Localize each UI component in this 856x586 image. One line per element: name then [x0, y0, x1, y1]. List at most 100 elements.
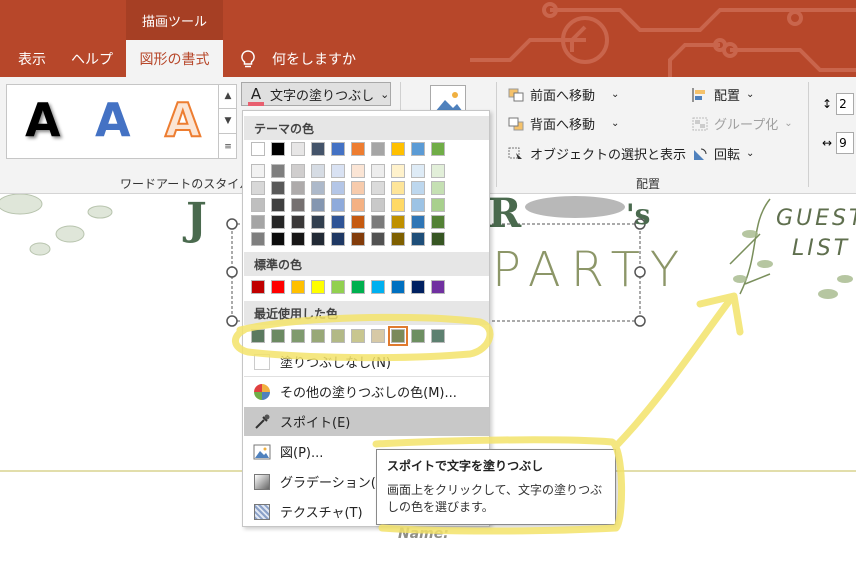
theme-shade-swatch[interactable] — [371, 181, 385, 195]
theme-shade-swatch[interactable] — [371, 215, 385, 229]
theme-shade-swatch[interactable] — [411, 198, 425, 212]
theme-shade-swatch[interactable] — [271, 164, 285, 178]
tell-me-search[interactable]: 何をしますか — [238, 40, 358, 77]
theme-shade-swatch[interactable] — [411, 181, 425, 195]
standard-color-swatch[interactable] — [291, 280, 305, 294]
standard-color-swatch[interactable] — [371, 280, 385, 294]
theme-shade-swatch[interactable] — [311, 198, 325, 212]
gallery-more-icon[interactable]: ≡ — [219, 134, 237, 159]
tab-shape-format[interactable]: 図形の書式 — [126, 40, 223, 77]
theme-shade-swatch[interactable] — [431, 181, 445, 195]
rotate-button[interactable]: 回転 ⌄ — [692, 144, 754, 163]
theme-shade-swatch[interactable] — [351, 198, 365, 212]
recent-color-swatch[interactable] — [291, 329, 305, 343]
theme-shade-swatch[interactable] — [271, 215, 285, 229]
standard-color-swatch[interactable] — [331, 280, 345, 294]
recent-color-swatch[interactable] — [331, 329, 345, 343]
theme-shade-swatch[interactable] — [351, 164, 365, 178]
theme-shade-swatch[interactable] — [311, 181, 325, 195]
theme-shade-swatch[interactable] — [251, 164, 265, 178]
theme-color-swatch[interactable] — [271, 142, 285, 156]
theme-color-swatch[interactable] — [391, 142, 405, 156]
theme-shade-swatch[interactable] — [251, 215, 265, 229]
height-input[interactable]: 2 — [836, 93, 855, 115]
theme-shade-swatch[interactable] — [291, 164, 305, 178]
align-button[interactable]: 配置 ⌄ — [692, 85, 754, 104]
theme-color-swatch[interactable] — [351, 142, 365, 156]
theme-shade-swatch[interactable] — [431, 232, 445, 246]
standard-color-swatch[interactable] — [351, 280, 365, 294]
bring-forward-button[interactable]: 前面へ移動 ⌄ — [508, 85, 619, 104]
theme-color-swatch[interactable] — [371, 142, 385, 156]
recent-color-swatch[interactable] — [351, 329, 365, 343]
theme-shade-swatch[interactable] — [311, 215, 325, 229]
theme-shade-swatch[interactable] — [291, 198, 305, 212]
text-fill-button[interactable]: A 文字の塗りつぶし ⌄ — [241, 82, 391, 106]
theme-shade-swatch[interactable] — [391, 232, 405, 246]
theme-shade-swatch[interactable] — [371, 198, 385, 212]
wordart-style-orange-outline[interactable]: A — [164, 92, 202, 148]
tab-view[interactable]: 表示 — [8, 40, 56, 77]
scroll-up-icon[interactable]: ▲ — [219, 84, 237, 109]
theme-shade-swatch[interactable] — [351, 181, 365, 195]
recent-color-swatch[interactable] — [311, 329, 325, 343]
theme-color-swatch[interactable] — [251, 142, 265, 156]
theme-shade-swatch[interactable] — [411, 232, 425, 246]
theme-color-swatch[interactable] — [431, 142, 445, 156]
wordart-style-black[interactable]: A — [25, 93, 61, 147]
theme-shade-swatch[interactable] — [331, 181, 345, 195]
theme-shade-swatch[interactable] — [371, 232, 385, 246]
theme-shade-swatch[interactable] — [371, 164, 385, 178]
theme-color-swatch[interactable] — [411, 142, 425, 156]
tab-help[interactable]: ヘルプ — [66, 40, 118, 77]
theme-shade-swatch[interactable] — [391, 198, 405, 212]
no-fill-item[interactable]: 塗りつぶしなし(N) — [244, 347, 489, 376]
theme-shade-swatch[interactable] — [331, 232, 345, 246]
theme-shade-swatch[interactable] — [291, 232, 305, 246]
theme-shade-swatch[interactable] — [251, 198, 265, 212]
theme-shade-swatch[interactable] — [391, 215, 405, 229]
theme-shade-swatch[interactable] — [431, 198, 445, 212]
theme-shade-swatch[interactable] — [251, 232, 265, 246]
theme-shade-swatch[interactable] — [331, 215, 345, 229]
scroll-down-icon[interactable]: ▼ — [219, 109, 237, 134]
theme-shade-swatch[interactable] — [291, 181, 305, 195]
theme-shade-swatch[interactable] — [351, 232, 365, 246]
standard-color-swatch[interactable] — [391, 280, 405, 294]
wordart-style-blue[interactable]: A — [95, 93, 131, 147]
recent-color-swatch[interactable] — [371, 329, 385, 343]
send-backward-button[interactable]: 背面へ移動 ⌄ — [508, 114, 619, 133]
recent-color-swatch[interactable] — [431, 329, 445, 343]
recent-color-swatch[interactable] — [251, 329, 265, 343]
group-button[interactable]: グループ化 ⌄ — [692, 114, 793, 133]
theme-shade-swatch[interactable] — [431, 164, 445, 178]
theme-shade-swatch[interactable] — [271, 232, 285, 246]
recent-color-swatch[interactable] — [411, 329, 425, 343]
selection-pane-button[interactable]: オブジェクトの選択と表示 — [508, 144, 686, 163]
standard-color-swatch[interactable] — [311, 280, 325, 294]
theme-shade-swatch[interactable] — [391, 181, 405, 195]
theme-shade-swatch[interactable] — [251, 181, 265, 195]
theme-shade-swatch[interactable] — [331, 164, 345, 178]
theme-color-swatch[interactable] — [311, 142, 325, 156]
standard-color-swatch[interactable] — [411, 280, 425, 294]
wordart-gallery-scroll[interactable]: ▲ ▼ ≡ — [218, 84, 237, 159]
theme-shade-swatch[interactable] — [431, 215, 445, 229]
eyedropper-item[interactable]: スポイト(E) — [244, 407, 489, 436]
standard-color-swatch[interactable] — [251, 280, 265, 294]
recent-color-swatch[interactable] — [271, 329, 285, 343]
recent-color-swatch[interactable] — [388, 326, 408, 346]
theme-color-swatch[interactable] — [331, 142, 345, 156]
theme-shade-swatch[interactable] — [311, 232, 325, 246]
theme-shade-swatch[interactable] — [351, 215, 365, 229]
standard-color-swatch[interactable] — [431, 280, 445, 294]
theme-shade-swatch[interactable] — [411, 215, 425, 229]
theme-shade-swatch[interactable] — [271, 181, 285, 195]
theme-shade-swatch[interactable] — [331, 198, 345, 212]
standard-color-swatch[interactable] — [271, 280, 285, 294]
theme-color-swatch[interactable] — [291, 142, 305, 156]
theme-shade-swatch[interactable] — [411, 164, 425, 178]
theme-shade-swatch[interactable] — [291, 215, 305, 229]
more-colors-item[interactable]: その他の塗りつぶしの色(M)... — [244, 377, 489, 406]
theme-shade-swatch[interactable] — [391, 164, 405, 178]
